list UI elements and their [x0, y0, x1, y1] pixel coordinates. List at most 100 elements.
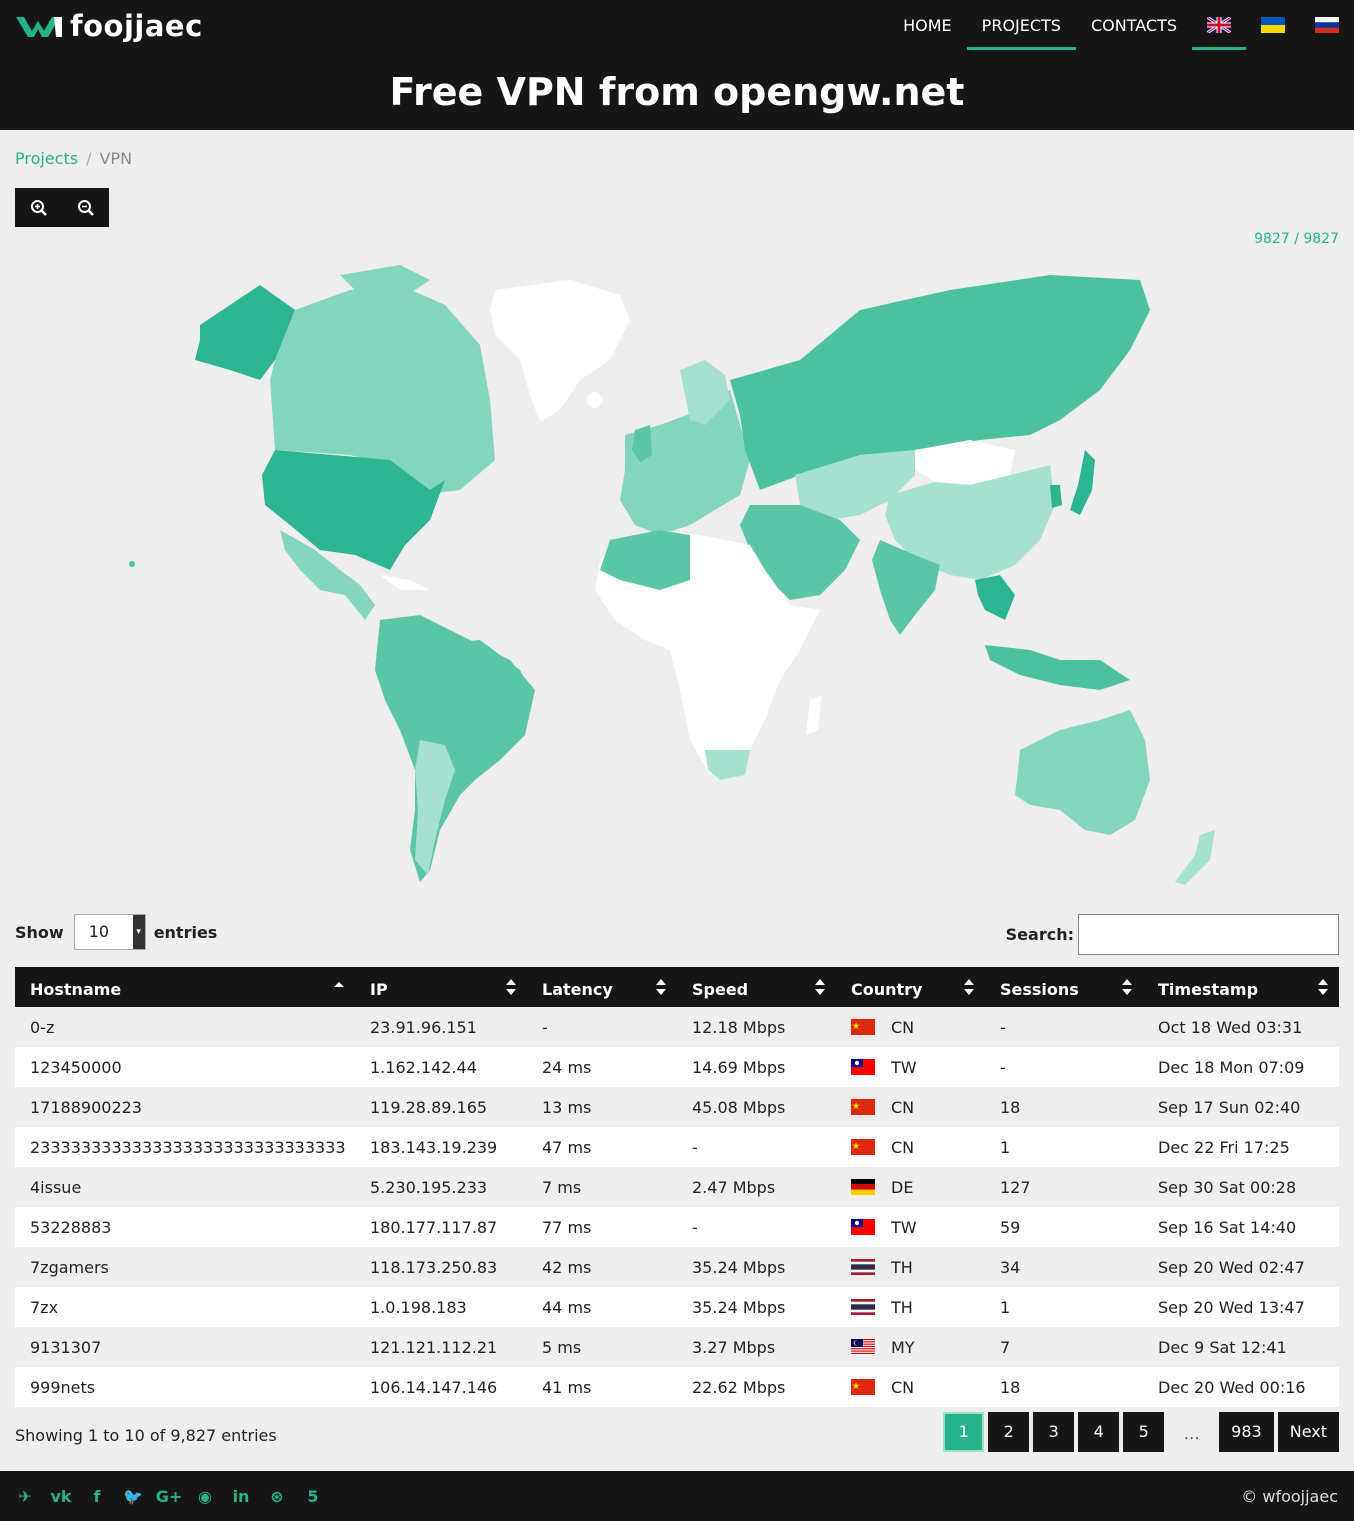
telegram-icon[interactable]: ✈	[15, 1487, 35, 1506]
google-plus-icon[interactable]: G+	[156, 1487, 183, 1506]
table-row[interactable]: 9131307 121.121.112.21 5 ms 3.27 Mbps MY 7 Dec…	[15, 1327, 1339, 1367]
cell-latency: 77 ms	[527, 1207, 677, 1247]
country-code: TH	[891, 1257, 913, 1277]
cell-speed: 45.08 Mbps	[677, 1087, 836, 1127]
next-page-button[interactable]: Next	[1277, 1412, 1339, 1452]
page-button-last[interactable]: 983	[1219, 1412, 1274, 1452]
map-japan[interactable]	[1070, 450, 1095, 515]
table-row[interactable]: 53228883 180.177.117.87 77 ms - TW 59 Sep 16 S…	[15, 1207, 1339, 1247]
cell-timestamp: Dec 20 Wed 00:16	[1143, 1367, 1339, 1407]
cn-flag-icon	[851, 1018, 875, 1035]
page-button-2[interactable]: 2	[988, 1412, 1030, 1452]
map-southeast-asia[interactable]	[975, 575, 1015, 620]
breadcrumb: Projects / VPN	[15, 149, 132, 168]
table-row[interactable]: 7zgamers 118.173.250.83 42 ms 35.24 Mbps TH 3…	[15, 1247, 1339, 1287]
cell-latency: 5 ms	[527, 1327, 677, 1367]
nav-projects[interactable]: PROJECTS	[966, 0, 1077, 50]
table-row[interactable]: 17188900223 119.28.89.165 13 ms 45.08 Mbps C…	[15, 1087, 1339, 1127]
country-code: TW	[891, 1217, 917, 1237]
cn-flag-icon	[851, 1138, 875, 1155]
cell-country: TW	[836, 1207, 985, 1247]
table-row[interactable]: 123450000 1.162.142.44 24 ms 14.69 Mbps TW - D…	[15, 1047, 1339, 1087]
cell-hostname: 7zx	[15, 1287, 355, 1327]
table-header-row: Hostname IP Latency Speed Country Sessio…	[15, 967, 1339, 1007]
column-header-ip[interactable]: IP	[355, 967, 527, 1007]
map-caribbean[interactable]	[380, 575, 430, 590]
page-button-5[interactable]: 5	[1123, 1412, 1165, 1452]
search-input[interactable]	[1078, 914, 1339, 955]
column-header-speed[interactable]: Speed	[677, 967, 836, 1007]
cell-timestamp: Sep 17 Sun 02:40	[1143, 1087, 1339, 1127]
map-new-zealand[interactable]	[1175, 830, 1215, 885]
nav-home[interactable]: HOME	[888, 0, 967, 50]
cell-hostname: 4issue	[15, 1167, 355, 1207]
sort-both-icon	[506, 979, 516, 995]
cell-country: TW	[836, 1047, 985, 1087]
table-row[interactable]: 2333333333333333333333333333333 183.143.1…	[15, 1127, 1339, 1167]
brand-logo[interactable]: foojjaec	[16, 9, 203, 43]
cell-hostname: 53228883	[15, 1207, 355, 1247]
cell-sessions: 18	[985, 1367, 1143, 1407]
map-hawaii[interactable]	[129, 561, 135, 567]
cell-hostname: 999nets	[15, 1367, 355, 1407]
cell-latency: 13 ms	[527, 1087, 677, 1127]
map-greenland[interactable]	[490, 280, 630, 422]
table-row[interactable]: 0-z 23.91.96.151-12.18 Mbps CN - Oct 18 Wed …	[15, 1007, 1339, 1047]
map-south-africa[interactable]	[705, 750, 750, 780]
world-map[interactable]	[100, 250, 1260, 895]
cell-speed: 2.47 Mbps	[677, 1167, 836, 1207]
page-button-4[interactable]: 4	[1078, 1412, 1120, 1452]
cell-hostname: 0-z	[15, 1007, 355, 1047]
map-korea[interactable]	[1050, 485, 1062, 508]
cell-speed: 35.24 Mbps	[677, 1247, 836, 1287]
map-madagascar[interactable]	[806, 695, 822, 735]
500px-icon[interactable]: 5	[303, 1487, 323, 1506]
th-flag-icon	[851, 1298, 875, 1315]
page-button-1[interactable]: 1	[943, 1412, 985, 1452]
map-europe[interactable]	[620, 390, 750, 535]
column-header-sessions[interactable]: Sessions	[985, 967, 1143, 1007]
social-links: ✈ vk f 🐦 G+ ◉ in ⊛ 5	[15, 1487, 323, 1506]
cell-country: CN	[836, 1127, 985, 1167]
cell-sessions: 127	[985, 1167, 1143, 1207]
cell-country: CN	[836, 1087, 985, 1127]
cell-latency: 44 ms	[527, 1287, 677, 1327]
table-row[interactable]: 7zx 1.0.198.183 44 ms 35.24 Mbps TH 1 Sep 20 W…	[15, 1287, 1339, 1327]
cell-ip: 180.177.117.87	[355, 1207, 527, 1247]
top-bar: foojjaec HOME PROJECTS CONTACTS Free VPN	[0, 0, 1354, 130]
page-button-3[interactable]: 3	[1033, 1412, 1075, 1452]
dribbble-icon[interactable]: ⊛	[267, 1487, 287, 1506]
breadcrumb-current: VPN	[99, 149, 133, 168]
column-header-latency[interactable]: Latency	[527, 967, 677, 1007]
table-row[interactable]: 4issue 5.230.195.233 7 ms 2.47 Mbps DE 127 Sep…	[15, 1167, 1339, 1207]
lang-ua[interactable]	[1246, 0, 1300, 50]
cell-sessions: -	[985, 1047, 1143, 1087]
zoom-in-button[interactable]	[15, 188, 62, 227]
column-header-timestamp[interactable]: Timestamp	[1143, 967, 1339, 1007]
cell-speed: -	[677, 1207, 836, 1247]
map-australia[interactable]	[1015, 710, 1150, 835]
lang-en[interactable]	[1192, 0, 1246, 50]
lang-ru[interactable]	[1300, 0, 1354, 50]
cell-sessions: -	[985, 1007, 1143, 1047]
facebook-icon[interactable]: f	[87, 1487, 107, 1506]
cell-timestamp: Oct 18 Wed 03:31	[1143, 1007, 1339, 1047]
column-header-country[interactable]: Country	[836, 967, 985, 1007]
entries-select[interactable]: 10 ▾	[73, 914, 146, 950]
cell-timestamp: Dec 22 Fri 17:25	[1143, 1127, 1339, 1167]
map-indonesia[interactable]	[985, 645, 1130, 690]
github-icon[interactable]: ◉	[195, 1487, 215, 1506]
vk-icon[interactable]: vk	[50, 1487, 71, 1506]
cell-speed: 22.62 Mbps	[677, 1367, 836, 1407]
map-iceland[interactable]	[587, 392, 603, 408]
nav-contacts[interactable]: CONTACTS	[1076, 0, 1192, 50]
country-code: CN	[891, 1137, 915, 1157]
column-header-hostname[interactable]: Hostname	[15, 967, 355, 1007]
table-row[interactable]: 999nets 106.14.147.146 41 ms 22.62 Mbps CN 18…	[15, 1367, 1339, 1407]
twitter-icon[interactable]: 🐦	[123, 1487, 143, 1506]
sort-both-icon	[1122, 979, 1132, 995]
zoom-out-button[interactable]	[62, 188, 109, 227]
cell-country: MY	[836, 1327, 985, 1367]
linkedin-icon[interactable]: in	[231, 1487, 251, 1506]
breadcrumb-projects-link[interactable]: Projects	[15, 149, 78, 168]
